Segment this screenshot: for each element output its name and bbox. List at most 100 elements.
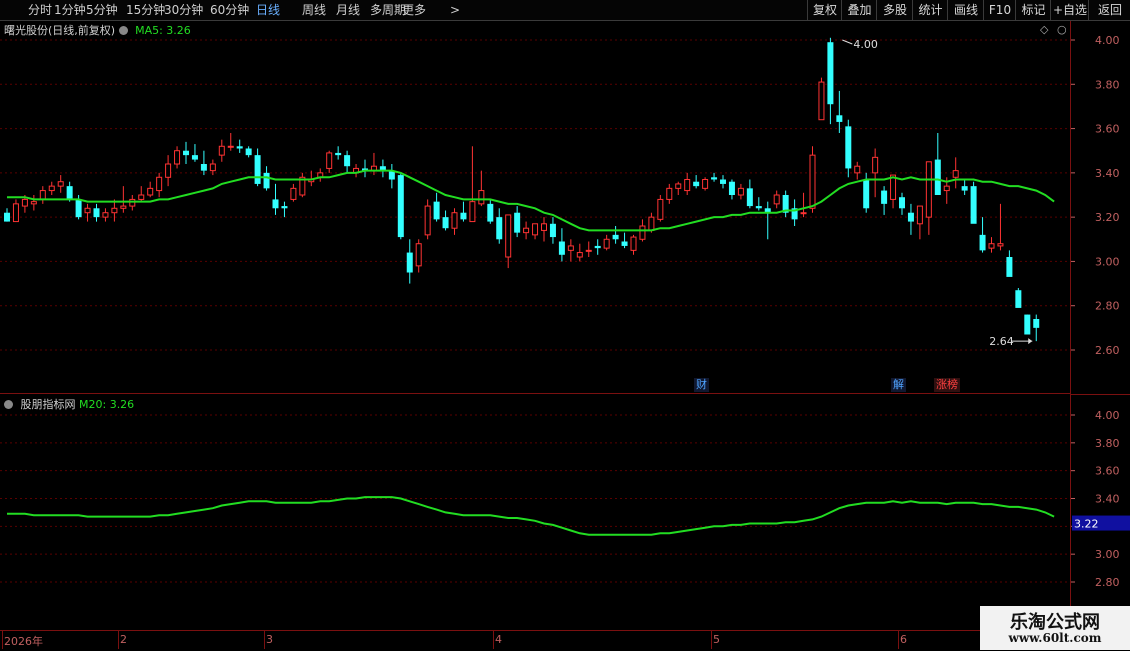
period-tab-0[interactable]: 分时	[28, 2, 52, 18]
candle-53	[478, 170, 485, 207]
diamond-icon[interactable]: ◇	[1040, 23, 1048, 36]
candle-body	[174, 150, 181, 165]
candle-body	[344, 155, 351, 167]
period-tab-6[interactable]: 日线	[256, 2, 280, 18]
candle-115	[1033, 314, 1040, 342]
indicator-panel[interactable]: 股朋指标网 M20: 3.26	[0, 395, 1070, 630]
m20-label: M20: 3.26	[79, 398, 135, 411]
candle-99	[890, 174, 897, 209]
candle-20	[183, 141, 189, 164]
toolbar-button-0[interactable]: 复权	[807, 0, 842, 20]
candle-51	[460, 201, 467, 222]
candle-44	[397, 172, 404, 240]
candle-body	[433, 201, 440, 220]
candle-35	[317, 168, 324, 182]
candlestick-chart[interactable]: 4.00 2.64	[0, 21, 1070, 394]
watermark-url: www.60lt.com	[1008, 631, 1102, 645]
candle-81	[728, 179, 735, 200]
period-tab-7[interactable]: 周线	[302, 2, 326, 18]
candle-body	[263, 172, 270, 189]
candle-body	[147, 187, 154, 196]
settings-circle-icon[interactable]	[118, 26, 128, 35]
candle-body	[934, 159, 941, 195]
candle-body	[442, 217, 449, 229]
candle-body	[720, 179, 726, 184]
toolbar-button-1[interactable]: 叠加	[841, 0, 877, 20]
candle-body	[496, 217, 503, 240]
indicator-settings-icon[interactable]	[4, 400, 13, 409]
candle-body	[1033, 319, 1040, 328]
period-tab-3[interactable]: 15分钟	[126, 2, 165, 18]
period-tab-2[interactable]: 5分钟	[86, 2, 118, 18]
candle-body	[200, 164, 207, 171]
candle-47	[424, 199, 431, 240]
time-label-5: 6	[900, 633, 907, 646]
event-marker-1[interactable]: 解	[891, 378, 906, 392]
toolbar-button-4[interactable]: 画线	[947, 0, 984, 20]
candle-19	[174, 146, 181, 169]
high-label: 4.00	[853, 38, 878, 51]
toolbar-button-8[interactable]: 返回	[1088, 0, 1130, 20]
candle-body	[129, 198, 136, 207]
event-marker-2[interactable]: 涨榜	[934, 378, 960, 392]
candle-body	[120, 205, 127, 209]
ma5-line	[7, 169, 1055, 232]
low-arrowhead	[1028, 338, 1033, 345]
candle-66	[594, 239, 601, 255]
period-tab-4[interactable]: 30分钟	[164, 2, 203, 18]
candle-body	[1024, 314, 1031, 335]
period-tab-1[interactable]: 1分钟	[54, 2, 86, 18]
candle-25	[227, 133, 234, 151]
candle-body	[916, 205, 923, 225]
candle-body	[245, 148, 252, 156]
candle-74	[666, 183, 673, 204]
candle-61	[549, 217, 556, 244]
candle-60	[541, 217, 547, 242]
candle-4	[39, 186, 46, 204]
axis-label-main-0: 4.00	[1095, 34, 1120, 47]
candle-83	[746, 179, 753, 209]
toolbar-button-2[interactable]: 多股	[876, 0, 913, 20]
candle-body	[541, 223, 547, 231]
candle-body	[57, 181, 64, 187]
candle-body	[209, 163, 216, 172]
candle-body	[979, 234, 986, 251]
candle-body	[675, 183, 682, 189]
period-tab-5[interactable]: 60分钟	[210, 2, 249, 18]
candle-33	[299, 172, 306, 198]
candle-body	[863, 179, 870, 209]
indicator-chart[interactable]	[0, 395, 1070, 630]
period-tab-8[interactable]: 月线	[336, 2, 360, 18]
toolbar-button-5[interactable]: F10	[983, 0, 1016, 20]
period-tab-10[interactable]: 更多	[402, 2, 426, 18]
ma5-label: MA5: 3.26	[135, 24, 191, 37]
toolbar-button-7[interactable]: +自选	[1050, 0, 1089, 20]
candle-92	[827, 37, 834, 125]
more-arrow-icon[interactable]: >	[450, 2, 460, 18]
period-tab-9[interactable]: 多周期	[370, 2, 406, 18]
candle-body	[30, 201, 37, 205]
candle-100	[899, 192, 905, 215]
candle-91	[818, 77, 825, 121]
candle-body	[1006, 257, 1013, 277]
circle-icon[interactable]: ○	[1057, 23, 1067, 36]
candle-36	[326, 150, 333, 173]
event-marker-0[interactable]: 财	[694, 378, 709, 392]
candle-103	[925, 161, 932, 235]
candle-body	[460, 212, 467, 220]
candle-101	[907, 203, 914, 235]
candle-body	[952, 170, 959, 178]
candle-22	[200, 150, 207, 176]
price-chart-panel[interactable]: 4.00 2.64 曙光股份(日线,前复权) MA5: 3.26 ◇ ○	[0, 21, 1070, 394]
candle-body	[272, 199, 279, 209]
indicator-header: 股朋指标网 M20: 3.26	[4, 396, 134, 412]
toolbar-button-6[interactable]: 标记	[1015, 0, 1051, 20]
high-arrow	[842, 39, 853, 45]
candle-113	[1015, 288, 1022, 308]
candle-93	[836, 90, 843, 133]
toolbar-button-3[interactable]: 统计	[912, 0, 948, 20]
candle-body	[281, 206, 288, 209]
candle-24	[218, 139, 225, 162]
candle-17	[156, 172, 163, 198]
candle-body	[254, 155, 261, 184]
